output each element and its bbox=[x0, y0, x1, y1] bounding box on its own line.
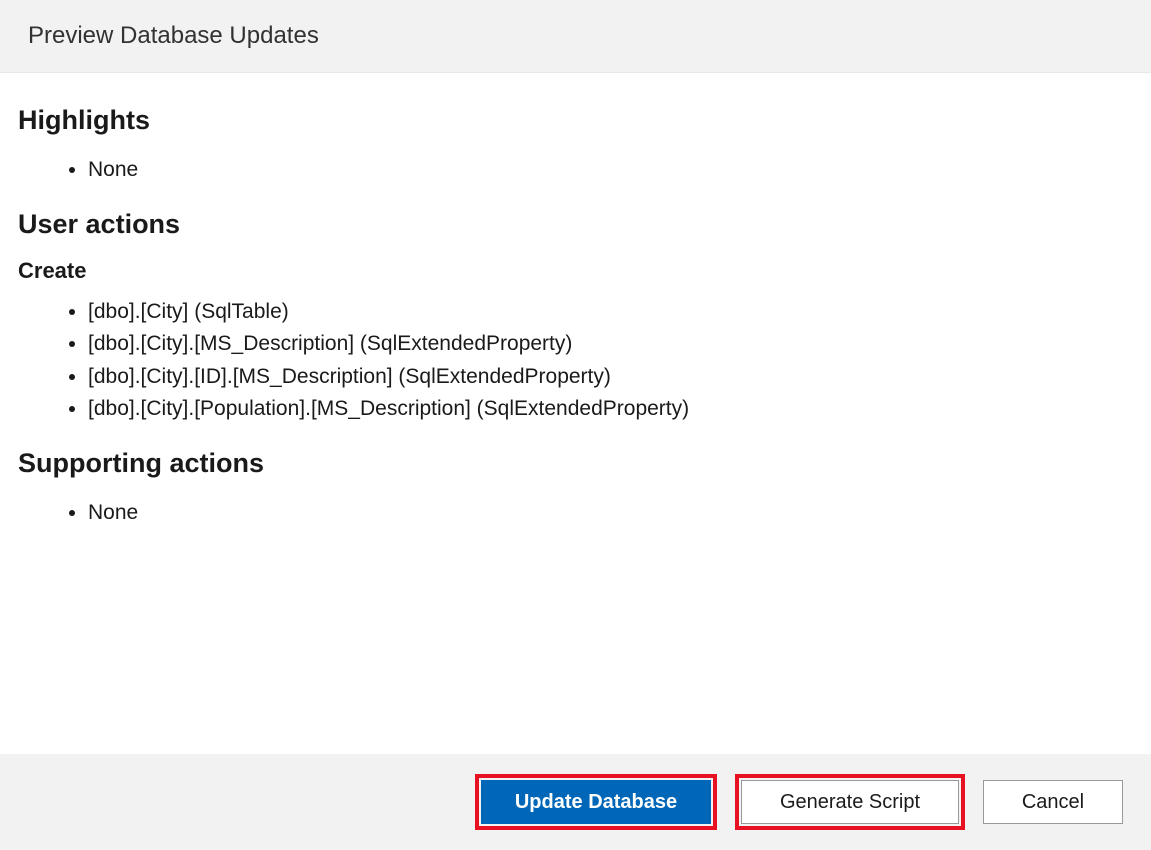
supporting-actions-list: None bbox=[18, 497, 1133, 530]
generate-script-highlight: Generate Script bbox=[735, 774, 965, 830]
dialog-footer: Update Database Generate Script Cancel bbox=[0, 754, 1151, 850]
highlights-list: None bbox=[18, 154, 1133, 187]
dialog-title: Preview Database Updates bbox=[28, 22, 1123, 50]
update-database-highlight: Update Database bbox=[475, 774, 717, 830]
dialog-header: Preview Database Updates bbox=[0, 0, 1151, 73]
list-item: [dbo].[City] (SqlTable) bbox=[88, 296, 1133, 329]
generate-script-button[interactable]: Generate Script bbox=[741, 780, 959, 824]
cancel-button[interactable]: Cancel bbox=[983, 780, 1123, 824]
highlights-heading: Highlights bbox=[18, 105, 1133, 136]
supporting-actions-heading: Supporting actions bbox=[18, 448, 1133, 479]
create-heading: Create bbox=[18, 258, 1133, 284]
update-database-button[interactable]: Update Database bbox=[481, 780, 711, 824]
user-actions-heading: User actions bbox=[18, 209, 1133, 240]
list-item: [dbo].[City].[Population].[MS_Descriptio… bbox=[88, 393, 1133, 426]
list-item: None bbox=[88, 497, 1133, 530]
list-item: [dbo].[City].[MS_Description] (SqlExtend… bbox=[88, 328, 1133, 361]
list-item: None bbox=[88, 154, 1133, 187]
dialog-content: Highlights None User actions Create [dbo… bbox=[0, 73, 1151, 754]
create-list: [dbo].[City] (SqlTable) [dbo].[City].[MS… bbox=[18, 296, 1133, 426]
list-item: [dbo].[City].[ID].[MS_Description] (SqlE… bbox=[88, 361, 1133, 394]
